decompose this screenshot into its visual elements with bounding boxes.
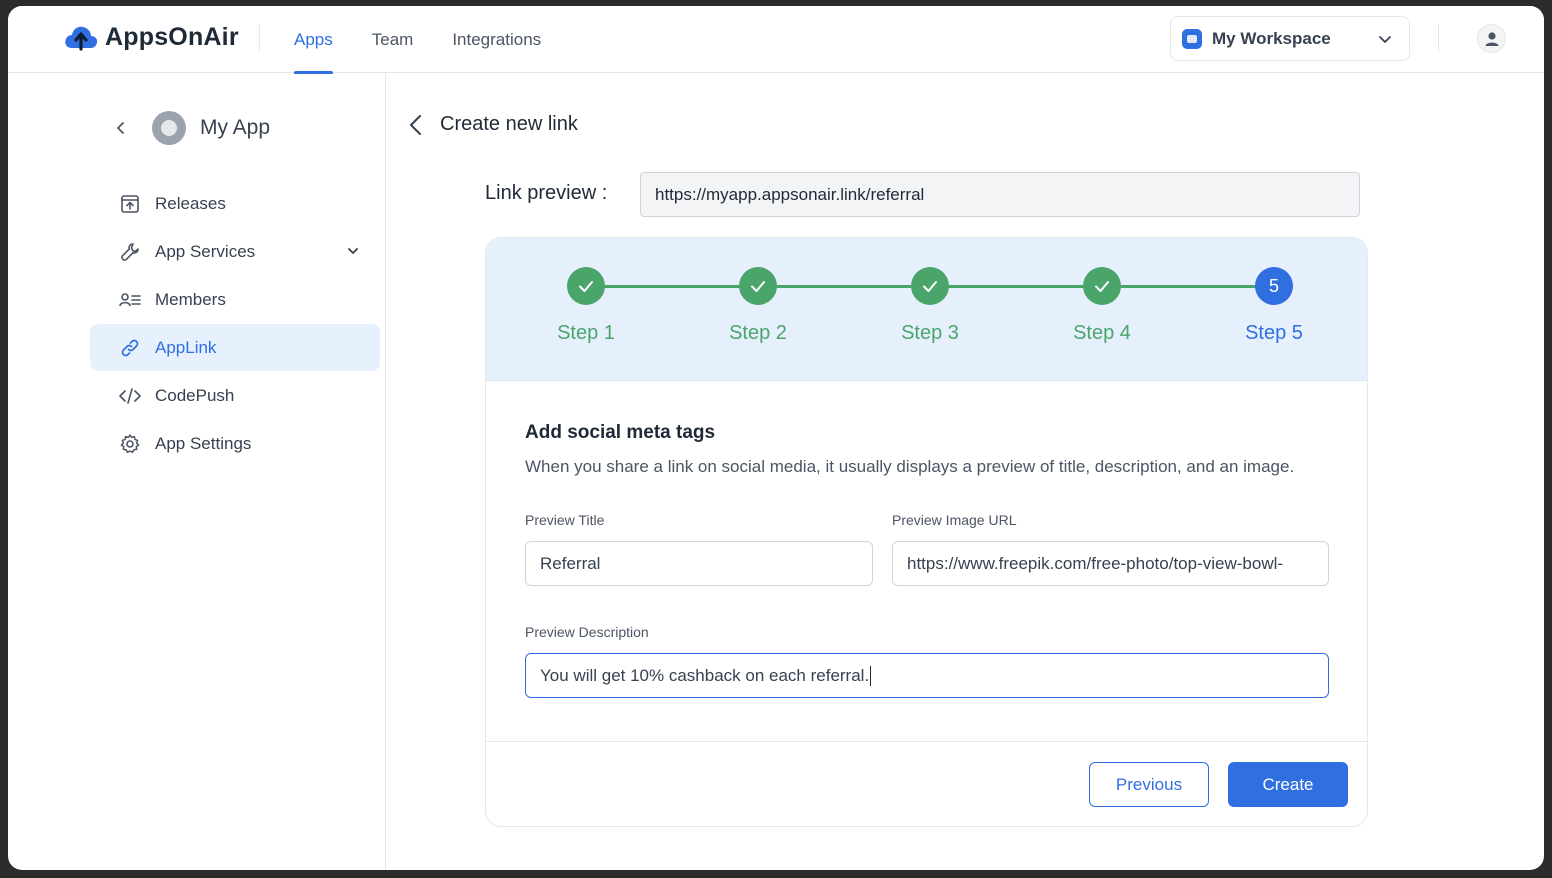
sidebar-item-label: App Services xyxy=(155,241,256,261)
page-title: Create new link xyxy=(440,113,578,135)
sidebar-item-app-services[interactable]: App Services xyxy=(90,228,380,275)
step-5[interactable]: 5 Step 5 xyxy=(1214,267,1334,345)
check-icon xyxy=(1083,267,1121,305)
link-preview-field: https://myapp.appsonair.link/referral xyxy=(640,172,1360,217)
chevron-down-icon[interactable] xyxy=(346,244,360,258)
preview-image-url-input[interactable]: https://www.freepik.com/free-photo/top-v… xyxy=(892,541,1329,586)
step-label: Step 2 xyxy=(729,322,787,344)
app-name: My App xyxy=(200,116,271,139)
page-header: Create new link xyxy=(408,113,578,136)
preview-description-label: Preview Description xyxy=(525,624,649,640)
workspace-label: My Workspace xyxy=(1212,28,1331,48)
sidebar-item-applink[interactable]: AppLink xyxy=(90,324,380,371)
sidebar-item-label: App Settings xyxy=(155,433,252,453)
app-logo xyxy=(152,111,186,145)
workspace-selector[interactable]: My Workspace xyxy=(1170,16,1410,61)
preview-image-url-label: Preview Image URL xyxy=(892,512,1017,528)
code-icon xyxy=(118,384,142,408)
cloud-upload-icon xyxy=(65,26,98,51)
chevron-left-icon[interactable] xyxy=(408,114,424,136)
user-avatar[interactable] xyxy=(1477,24,1506,53)
header-divider xyxy=(259,24,260,52)
chevron-left-icon[interactable] xyxy=(114,121,128,135)
step-4[interactable]: Step 4 xyxy=(1042,267,1162,345)
step-1[interactable]: Step 1 xyxy=(526,267,646,345)
app-header: My App xyxy=(114,111,270,145)
check-icon xyxy=(911,267,949,305)
step-3[interactable]: Step 3 xyxy=(870,267,990,345)
top-header: AppsOnAir Apps Team Integrations My Work… xyxy=(8,6,1544,74)
releases-icon xyxy=(118,192,142,216)
sidebar-item-label: Members xyxy=(155,289,226,309)
brand-logo[interactable]: AppsOnAir xyxy=(63,22,239,52)
section-title: Add social meta tags xyxy=(525,422,716,443)
header-divider xyxy=(1438,24,1439,52)
brand-name: AppsOnAir xyxy=(105,22,239,51)
members-icon xyxy=(118,288,142,312)
sidebar-item-label: CodePush xyxy=(155,385,235,405)
check-icon xyxy=(567,267,605,305)
preview-description-input[interactable]: You will get 10% cashback on each referr… xyxy=(525,653,1329,698)
check-icon xyxy=(739,267,777,305)
preview-description-value: You will get 10% cashback on each referr… xyxy=(540,665,870,685)
chevron-down-icon xyxy=(1379,36,1391,43)
step-label: Step 4 xyxy=(1073,322,1131,344)
card-footer-divider xyxy=(486,741,1367,742)
link-icon xyxy=(118,336,142,360)
stepper: Step 1 Step 2 Step 3 Step 4 5 Step 5 xyxy=(486,238,1367,381)
sidebar-item-label: Releases xyxy=(155,193,226,213)
app-window: AppsOnAir Apps Team Integrations My Work… xyxy=(8,6,1544,870)
link-preview-label: Link preview : xyxy=(485,182,608,204)
preview-title-label: Preview Title xyxy=(525,512,605,528)
create-button[interactable]: Create xyxy=(1228,762,1348,807)
main-nav: Apps Team Integrations xyxy=(294,6,580,74)
section-description: When you share a link on social media, i… xyxy=(525,457,1295,476)
step-label: Step 5 xyxy=(1245,322,1303,344)
nav-tab-apps[interactable]: Apps xyxy=(294,6,333,74)
sidebar: My App Releases App Services Members App… xyxy=(8,73,386,870)
sidebar-item-members[interactable]: Members xyxy=(90,276,380,323)
step-label: Step 1 xyxy=(557,322,615,344)
nav-tab-team[interactable]: Team xyxy=(372,6,414,73)
gear-icon xyxy=(118,432,142,456)
preview-title-input[interactable]: Referral xyxy=(525,541,873,586)
step-label: Step 3 xyxy=(901,322,959,344)
sidebar-item-app-settings[interactable]: App Settings xyxy=(90,420,380,467)
workspace-icon xyxy=(1182,28,1202,49)
sidebar-item-releases[interactable]: Releases xyxy=(90,180,380,227)
user-icon xyxy=(1485,31,1498,46)
sidebar-item-codepush[interactable]: CodePush xyxy=(90,372,380,419)
step-2[interactable]: Step 2 xyxy=(698,267,818,345)
text-caret xyxy=(870,665,872,686)
sidebar-item-label: AppLink xyxy=(155,337,217,357)
step-number: 5 xyxy=(1255,267,1293,305)
nav-tab-integrations[interactable]: Integrations xyxy=(452,6,541,73)
previous-button[interactable]: Previous xyxy=(1089,762,1209,807)
create-link-card: Step 1 Step 2 Step 3 Step 4 5 Step 5 Add… xyxy=(485,237,1368,827)
wrench-icon xyxy=(118,240,142,264)
